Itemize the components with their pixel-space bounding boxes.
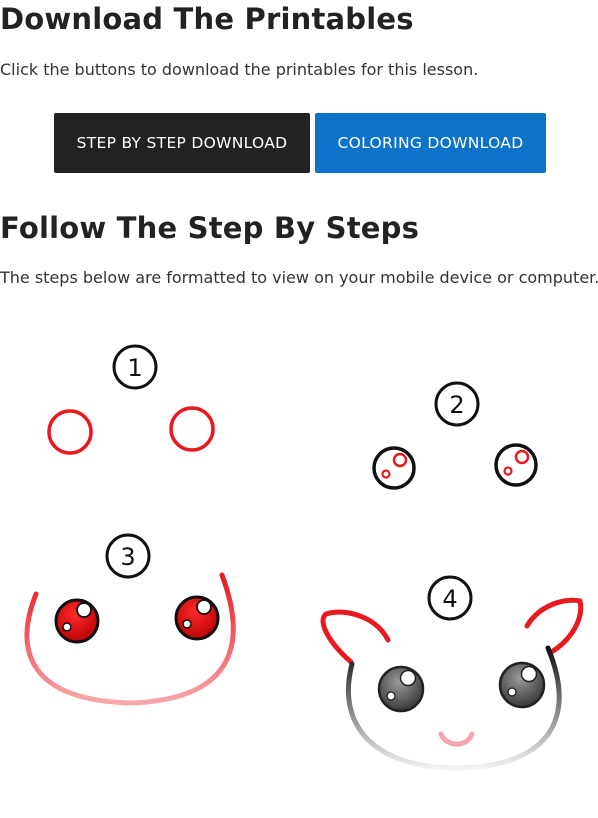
step-4-left-ear [320, 609, 391, 665]
step-2-right-eye [494, 443, 538, 487]
step-4-number-badge: 4 [427, 575, 473, 621]
step-1-number-badge: 1 [112, 344, 158, 390]
step-2-number-badge: 2 [434, 381, 480, 427]
step-1-left-eye-outline [47, 409, 93, 455]
step-2-number: 2 [449, 391, 464, 419]
coloring-download-button[interactable]: COLORING DOWNLOAD [315, 113, 546, 173]
step-1-number: 1 [127, 354, 142, 382]
step-4-right-eye [498, 661, 546, 709]
download-printables-heading: Download The Printables [0, 2, 414, 36]
step-3-drawing: 3 [24, 533, 236, 706]
step-1-right-eye-outline [169, 406, 215, 452]
step-3-number-badge: 3 [105, 533, 151, 579]
step-by-step-download-button[interactable]: STEP BY STEP DOWNLOAD [54, 113, 310, 173]
step-4-drawing: 4 [320, 575, 584, 771]
follow-steps-description: The steps below are formatted to view on… [0, 268, 598, 287]
step-by-step-drawing-image: 1 2 3 4 [24, 344, 584, 771]
step-3-number: 3 [120, 543, 135, 571]
step-4-right-ear [524, 597, 584, 654]
step-3-right-eye [174, 595, 220, 641]
step-4-number: 4 [442, 585, 457, 613]
step-3-left-eye [54, 598, 100, 644]
step-4-smile [438, 731, 475, 747]
download-printables-description: Click the buttons to download the printa… [0, 60, 479, 79]
follow-steps-heading: Follow The Step By Steps [0, 211, 420, 245]
step-2-drawing: 2 [372, 381, 538, 490]
step-4-left-eye [377, 665, 425, 713]
step-1-drawing: 1 [47, 344, 215, 455]
step-2-left-eye [372, 446, 416, 490]
